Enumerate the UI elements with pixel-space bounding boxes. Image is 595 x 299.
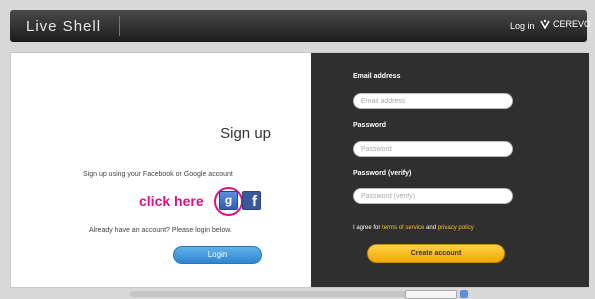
facebook-icon[interactable]: f <box>242 191 261 210</box>
already-have-account-note: Already have an account? Please login be… <box>89 227 232 234</box>
social-signup-note: Sign up using your Facebook or Google ac… <box>83 171 233 178</box>
password-verify-field[interactable] <box>353 188 513 204</box>
google-plus-icon[interactable]: g <box>219 191 238 210</box>
login-button[interactable]: Login <box>173 246 262 264</box>
terms-of-service-link[interactable]: terms of service <box>382 225 424 231</box>
signup-card: Sign up Sign up using your Facebook or G… <box>10 52 589 288</box>
click-here-hint: click here <box>139 193 204 209</box>
account-form-panel: Email address Password Password (verify)… <box>311 53 589 287</box>
footer-badge-icon <box>460 290 468 298</box>
footer-text-blur <box>130 291 410 297</box>
signup-title: Sign up <box>220 125 271 142</box>
header-login-link[interactable]: Log in <box>510 21 535 31</box>
terms-agreement: I agree for terms of service and privacy… <box>353 225 474 231</box>
privacy-policy-link[interactable]: privacy policy <box>438 225 474 231</box>
brand-logo: Live Shell <box>26 18 102 35</box>
top-bar: Live Shell Log in CEREVO <box>10 10 591 42</box>
email-field[interactable] <box>353 93 513 109</box>
create-account-button[interactable]: Create account <box>367 244 505 263</box>
password-label: Password <box>353 122 387 129</box>
company-name: CEREVO <box>553 19 592 29</box>
social-signup-panel: Sign up Sign up using your Facebook or G… <box>11 53 311 287</box>
email-label: Email address <box>353 73 401 80</box>
terms-prefix: I agree for <box>353 225 381 231</box>
brand-divider <box>119 16 120 36</box>
cerevo-logo-icon <box>540 19 550 29</box>
footer-badge[interactable] <box>405 290 457 299</box>
terms-and: and <box>426 225 437 231</box>
password-verify-label: Password (verify) <box>353 170 412 177</box>
password-field[interactable] <box>353 141 513 157</box>
company-logo[interactable]: CEREVO <box>540 19 591 29</box>
